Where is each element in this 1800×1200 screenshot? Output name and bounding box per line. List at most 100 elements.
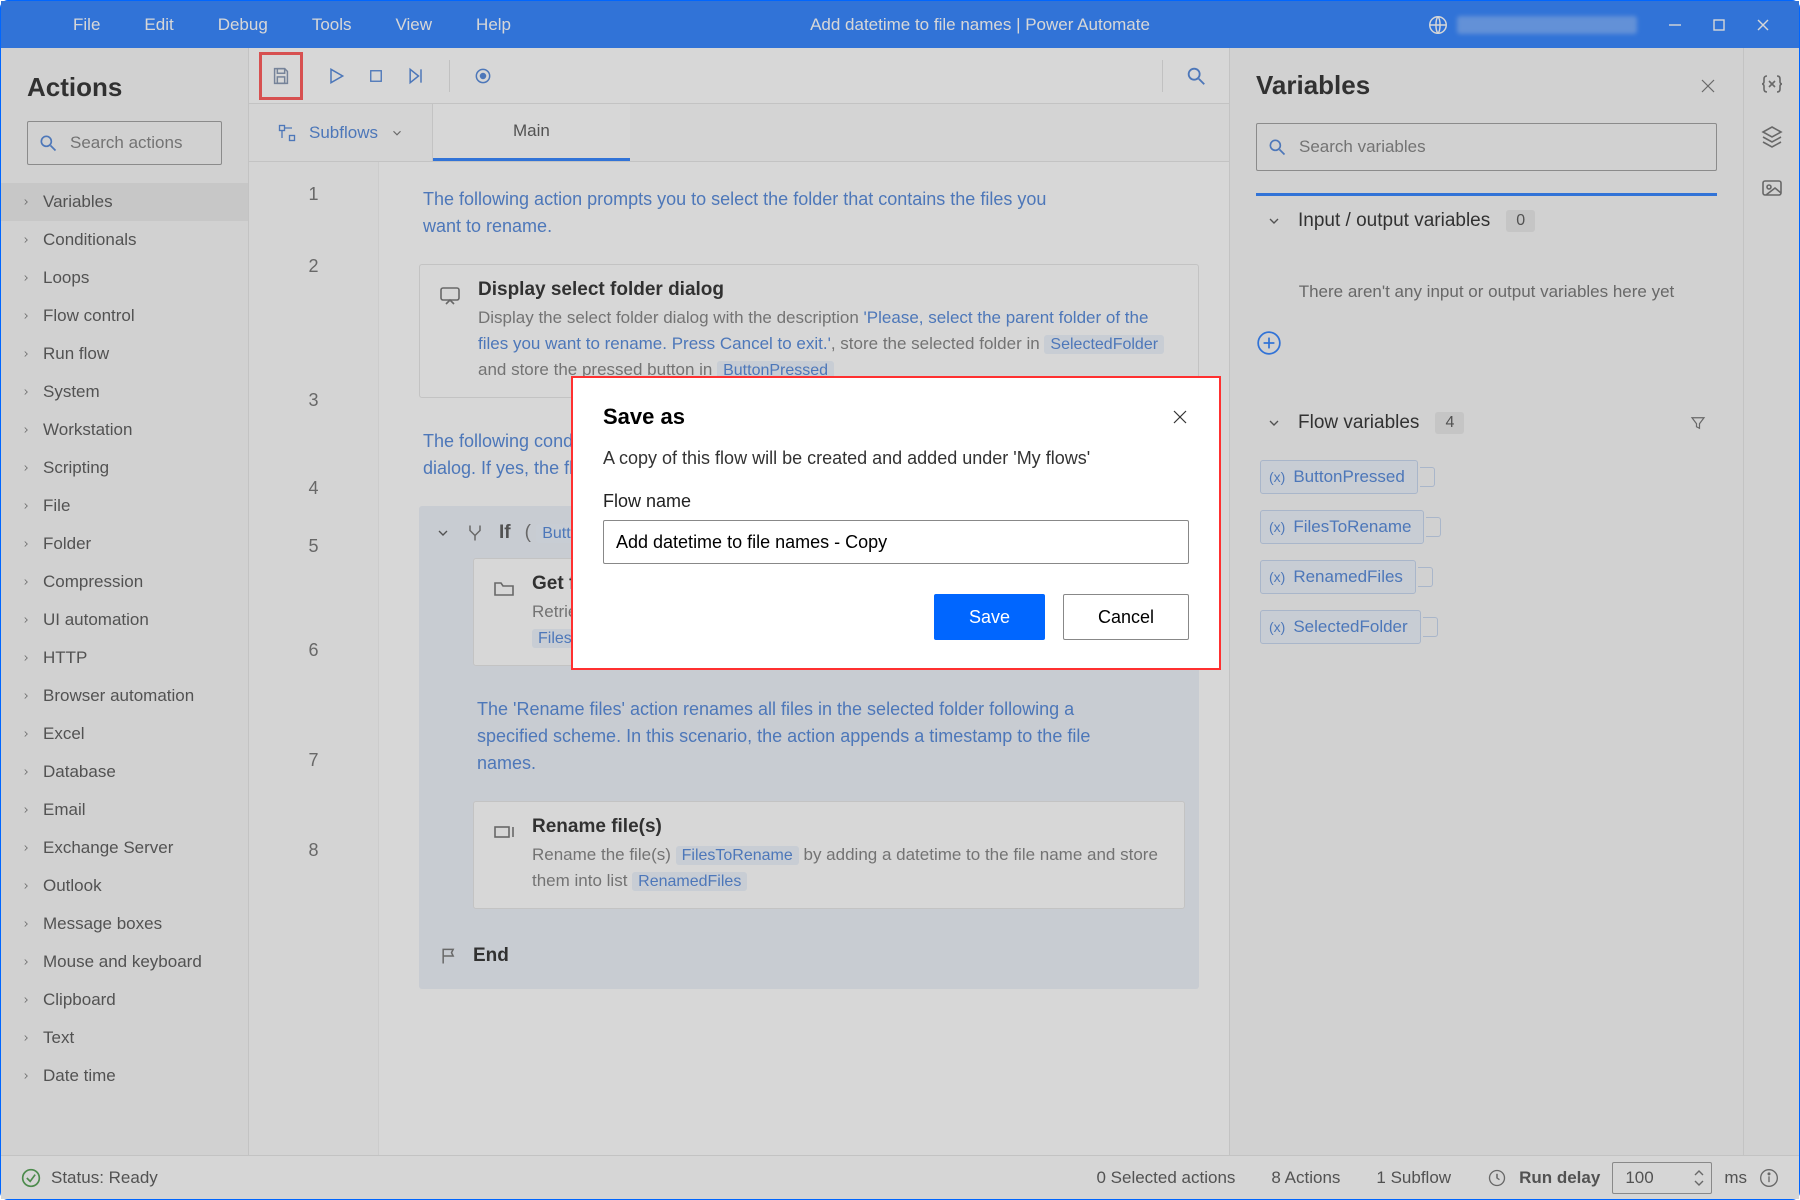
globe-icon [1427, 14, 1449, 36]
dialog-close-icon[interactable] [1171, 408, 1189, 426]
save-highlight [259, 52, 303, 100]
clock-icon [1487, 1168, 1507, 1188]
stop-button[interactable] [365, 65, 387, 87]
chevron-right-icon [21, 387, 31, 397]
flag-icon [439, 946, 459, 966]
save-button[interactable]: Save [934, 594, 1045, 640]
category-compression[interactable]: Compression [1, 563, 248, 601]
flow-variables-header[interactable]: Flow variables 4 [1256, 398, 1717, 448]
image-rail-icon[interactable] [1760, 176, 1784, 200]
io-empty-text: There aren't any input or output variabl… [1256, 246, 1717, 322]
filter-icon[interactable] [1689, 414, 1707, 432]
minimize-icon[interactable] [1667, 17, 1683, 33]
flow-var-renamedfiles[interactable]: (x) RenamedFiles [1260, 560, 1416, 594]
category-mouse-and-keyboard[interactable]: Mouse and keyboard [1, 943, 248, 981]
flow-var-selectedfolder[interactable]: (x) SelectedFolder [1260, 610, 1421, 644]
chevron-down-icon [390, 126, 404, 140]
category-conditionals[interactable]: Conditionals [1, 221, 248, 259]
tab-bar: Subflows Main [249, 104, 1229, 162]
search-actions-input[interactable]: Search actions [27, 121, 222, 165]
category-run-flow[interactable]: Run flow [1, 335, 248, 373]
save-button[interactable] [270, 65, 292, 87]
menu-edit[interactable]: Edit [122, 15, 195, 35]
flow-count-badge: 4 [1435, 412, 1464, 434]
menu-tools[interactable]: Tools [290, 15, 374, 35]
close-icon[interactable] [1755, 17, 1771, 33]
flow-var-filestorename[interactable]: (x) FilesToRename [1260, 510, 1424, 544]
category-browser-automation[interactable]: Browser automation [1, 677, 248, 715]
variables-rail-icon[interactable] [1760, 72, 1784, 96]
chevron-right-icon [21, 653, 31, 663]
category-ui-automation[interactable]: UI automation [1, 601, 248, 639]
category-date-time[interactable]: Date time [1, 1057, 248, 1095]
category-email[interactable]: Email [1, 791, 248, 829]
step-gutter: 1 2 3 4 5 6 7 8 [249, 162, 379, 1155]
chevron-right-icon [21, 615, 31, 625]
window-controls [1667, 17, 1799, 33]
category-http[interactable]: HTTP [1, 639, 248, 677]
chevron-down-icon [1266, 415, 1282, 431]
plus-circle-icon [1256, 330, 1282, 356]
tab-main[interactable]: Main [433, 104, 630, 161]
chevron-down-icon[interactable] [435, 525, 451, 541]
category-text[interactable]: Text [1, 1019, 248, 1057]
category-folder[interactable]: Folder [1, 525, 248, 563]
subflows-label: Subflows [309, 123, 378, 143]
category-loops[interactable]: Loops [1, 259, 248, 297]
category-message-boxes[interactable]: Message boxes [1, 905, 248, 943]
menu-view[interactable]: View [374, 15, 455, 35]
subflows-dropdown[interactable]: Subflows [249, 104, 433, 161]
cancel-button[interactable]: Cancel [1063, 594, 1189, 640]
step-comment: The 'Rename files' action renames all fi… [473, 692, 1113, 801]
run-button[interactable] [325, 65, 347, 87]
record-button[interactable] [472, 65, 494, 87]
search-variables-input[interactable]: Search variables [1256, 123, 1717, 171]
maximize-icon[interactable] [1711, 17, 1727, 33]
branch-icon [465, 523, 485, 543]
category-file[interactable]: File [1, 487, 248, 525]
check-circle-icon [21, 1168, 41, 1188]
step-desc: Rename the file(s) FilesToRename by addi… [532, 842, 1166, 894]
dialog-icon [438, 283, 462, 307]
account-area[interactable] [1427, 14, 1667, 36]
chevron-right-icon [21, 197, 31, 207]
flow-name-input[interactable] [603, 520, 1189, 564]
category-database[interactable]: Database [1, 753, 248, 791]
category-outlook[interactable]: Outlook [1, 867, 248, 905]
category-excel[interactable]: Excel [1, 715, 248, 753]
category-exchange-server[interactable]: Exchange Server [1, 829, 248, 867]
menu-help[interactable]: Help [454, 15, 533, 35]
category-variables[interactable]: Variables [1, 183, 248, 221]
end-row[interactable]: End [433, 935, 1185, 977]
layers-rail-icon[interactable] [1760, 124, 1784, 148]
category-system[interactable]: System [1, 373, 248, 411]
chevron-right-icon [21, 1071, 31, 1081]
subflows-icon [277, 123, 297, 143]
status-actions: 8 Actions [1271, 1168, 1340, 1188]
action-categories[interactable]: VariablesConditionalsLoopsFlow controlRu… [1, 183, 248, 1095]
close-panel-icon[interactable] [1699, 77, 1717, 95]
step-rename-files[interactable]: Rename file(s) Rename the file(s) FilesT… [473, 801, 1185, 909]
chevron-right-icon [21, 957, 31, 967]
info-icon[interactable] [1759, 1168, 1779, 1188]
step-desc: Display the select folder dialog with th… [478, 305, 1180, 383]
chevron-right-icon [21, 691, 31, 701]
add-io-variable-button[interactable] [1256, 322, 1717, 376]
delay-input[interactable]: 100 [1612, 1162, 1712, 1194]
io-variables-header[interactable]: Input / output variables 0 [1256, 196, 1717, 246]
stepper-icon[interactable] [1693, 1168, 1705, 1188]
menu-debug[interactable]: Debug [196, 15, 290, 35]
chevron-right-icon [21, 729, 31, 739]
flow-var-buttonpressed[interactable]: (x) ButtonPressed [1260, 460, 1418, 494]
save-as-dialog: Save as A copy of this flow will be crea… [571, 376, 1221, 670]
search-flow-button[interactable] [1185, 65, 1207, 87]
category-workstation[interactable]: Workstation [1, 411, 248, 449]
rename-icon [492, 820, 516, 844]
step-button[interactable] [405, 65, 427, 87]
dialog-title: Save as [603, 404, 685, 430]
category-clipboard[interactable]: Clipboard [1, 981, 248, 1019]
chevron-right-icon [21, 273, 31, 283]
category-flow-control[interactable]: Flow control [1, 297, 248, 335]
category-scripting[interactable]: Scripting [1, 449, 248, 487]
menu-file[interactable]: File [51, 15, 122, 35]
